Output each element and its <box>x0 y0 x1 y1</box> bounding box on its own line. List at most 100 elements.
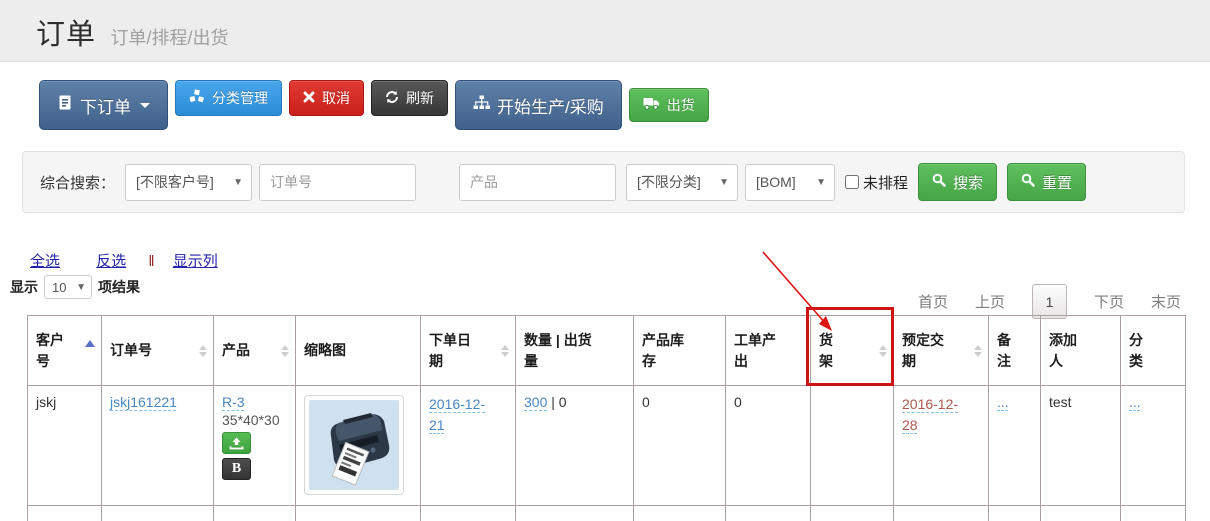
remark-link[interactable]: ... <box>997 394 1009 410</box>
order-date-link[interactable]: 2016-12-21 <box>429 394 493 436</box>
qty-separator: | <box>547 394 558 410</box>
due-date-link[interactable]: 2016-12-28 <box>902 394 966 436</box>
sort-icon <box>281 345 289 357</box>
sort-icon <box>199 345 207 357</box>
col-shelf[interactable]: 货 架 <box>811 316 894 386</box>
col-thumbnail: 缩略图 <box>296 316 421 386</box>
cell-added-by: test <box>1041 386 1121 506</box>
product-thumbnail[interactable] <box>304 395 404 495</box>
cell-work-output: 0 <box>726 386 811 506</box>
page-size-value: 10 <box>52 280 66 295</box>
cell-due-date: 2016-12-28 <box>894 386 989 506</box>
start-production-label: 开始生产/采购 <box>497 93 604 118</box>
product-link[interactable]: R-3 <box>222 394 245 410</box>
start-production-button[interactable]: 开始生产/采购 <box>455 80 622 130</box>
table-row: jskj jskj161221 R-3 35*40*30 B <box>28 386 1186 506</box>
product-size: 35*40*30 <box>222 412 287 428</box>
select-all-link[interactable]: 全选 <box>30 253 60 270</box>
qty-link[interactable]: 300 <box>524 394 547 410</box>
col-stock: 产品库 存 <box>634 316 726 386</box>
page-first-link[interactable]: 首页 <box>918 291 948 312</box>
col-order-no[interactable]: 订单号 <box>102 316 214 386</box>
bom-filter-value: [BOM] <box>756 174 796 190</box>
table-row-partial <box>28 506 1186 521</box>
category-filter-value: [不限分类] <box>637 172 701 192</box>
toolbar: 下订单 分类管理 取消 刷新 开始生产/采购 出货 <box>39 80 709 130</box>
cubes-icon <box>189 89 205 107</box>
place-order-button[interactable]: 下订单 <box>39 80 168 130</box>
category-filter-select[interactable]: [不限分类] ▼ <box>626 164 738 201</box>
sitemap-icon <box>473 95 490 115</box>
refresh-button[interactable]: 刷新 <box>371 80 448 116</box>
x-icon <box>303 90 315 106</box>
col-product[interactable]: 产品 <box>214 316 296 386</box>
cell-thumbnail <box>296 386 421 506</box>
bom-filter-select[interactable]: [BOM] ▼ <box>745 164 835 201</box>
category-manage-label: 分类管理 <box>212 88 268 108</box>
printer-image <box>309 400 399 490</box>
page-size-select[interactable]: 10 ▼ <box>44 275 92 299</box>
customer-filter-select[interactable]: [不限客户号] ▼ <box>125 164 252 201</box>
col-order-date[interactable]: 下单日 期 <box>421 316 516 386</box>
invert-select-link[interactable]: 反选 <box>96 253 126 270</box>
page-size-bar: 显示 10 ▼ 项结果 <box>10 275 140 299</box>
col-work-output: 工单产 出 <box>726 316 811 386</box>
unscheduled-label: 未排程 <box>863 172 908 193</box>
upload-icon <box>229 437 244 450</box>
category-manage-button[interactable]: 分类管理 <box>175 80 282 116</box>
unscheduled-checkbox[interactable] <box>845 175 859 189</box>
page-header: 订单 订单/排程/出货 <box>0 0 1210 62</box>
customer-filter-value: [不限客户号] <box>136 172 214 192</box>
col-category: 分 类 <box>1121 316 1186 386</box>
sort-icon <box>879 345 887 357</box>
col-added-by: 添加 人 <box>1041 316 1121 386</box>
cell-qty-shipped: 300 | 0 <box>516 386 634 506</box>
pagination: 首页 上页 1 下页 末页 <box>918 284 1181 319</box>
page-current[interactable]: 1 <box>1032 284 1067 319</box>
show-columns-link[interactable]: 显示列 <box>173 253 218 270</box>
cancel-label: 取消 <box>322 88 350 108</box>
results-label: 项结果 <box>98 277 140 297</box>
sort-icon <box>974 345 982 357</box>
magnifier-icon <box>932 173 946 191</box>
col-due-date[interactable]: 预定交 期 <box>894 316 989 386</box>
select-arrow-icon: ▼ <box>76 282 86 293</box>
page-last-link[interactable]: 末页 <box>1151 291 1181 312</box>
col-remark: 备 注 <box>989 316 1041 386</box>
cell-order-date: 2016-12-21 <box>421 386 516 506</box>
cell-customer: jskj <box>28 386 102 506</box>
bom-badge-button[interactable]: B <box>222 458 251 480</box>
place-order-label: 下订单 <box>80 93 131 118</box>
category-link[interactable]: ... <box>1129 394 1141 410</box>
cell-remark: ... <box>989 386 1041 506</box>
reset-button[interactable]: 重置 <box>1007 163 1086 201</box>
magnifier-icon <box>1021 173 1035 191</box>
cell-stock: 0 <box>634 386 726 506</box>
cell-product: R-3 35*40*30 B <box>214 386 296 506</box>
col-customer[interactable]: 客户 号 <box>28 316 102 386</box>
select-arrow-icon: ▼ <box>233 177 243 188</box>
separator: ‖ <box>148 253 154 270</box>
product-input[interactable] <box>459 164 616 201</box>
order-page: 订单 订单/排程/出货 下订单 分类管理 取消 刷新 开始生产/采购 出货 <box>0 0 1210 521</box>
orders-table: 客户 号 订单号 产品 缩略图 下单日 期 数量 | 出货 量 产品库 存 工单… <box>27 315 1186 521</box>
upload-button[interactable] <box>222 432 251 454</box>
cell-category: ... <box>1121 386 1186 506</box>
caret-down-icon <box>140 103 150 108</box>
page-prev-link[interactable]: 上页 <box>975 291 1005 312</box>
page-next-link[interactable]: 下页 <box>1094 291 1124 312</box>
show-label: 显示 <box>10 277 38 297</box>
search-button[interactable]: 搜索 <box>918 163 997 201</box>
list-controls: 全选 反选 ‖ 显示列 <box>30 250 218 271</box>
page-title: 订单 <box>36 19 96 51</box>
truck-icon <box>643 97 660 113</box>
order-no-link[interactable]: jskj161221 <box>110 394 177 410</box>
cancel-button[interactable]: 取消 <box>289 80 364 116</box>
order-no-input[interactable] <box>259 164 416 201</box>
header-row: 客户 号 订单号 产品 缩略图 下单日 期 数量 | 出货 量 产品库 存 工单… <box>28 316 1186 386</box>
sort-icon <box>501 345 509 357</box>
search-label: 综合搜索： <box>40 172 115 193</box>
reset-button-label: 重置 <box>1042 172 1072 193</box>
cell-order-no: jskj161221 <box>102 386 214 506</box>
ship-button[interactable]: 出货 <box>629 88 709 122</box>
